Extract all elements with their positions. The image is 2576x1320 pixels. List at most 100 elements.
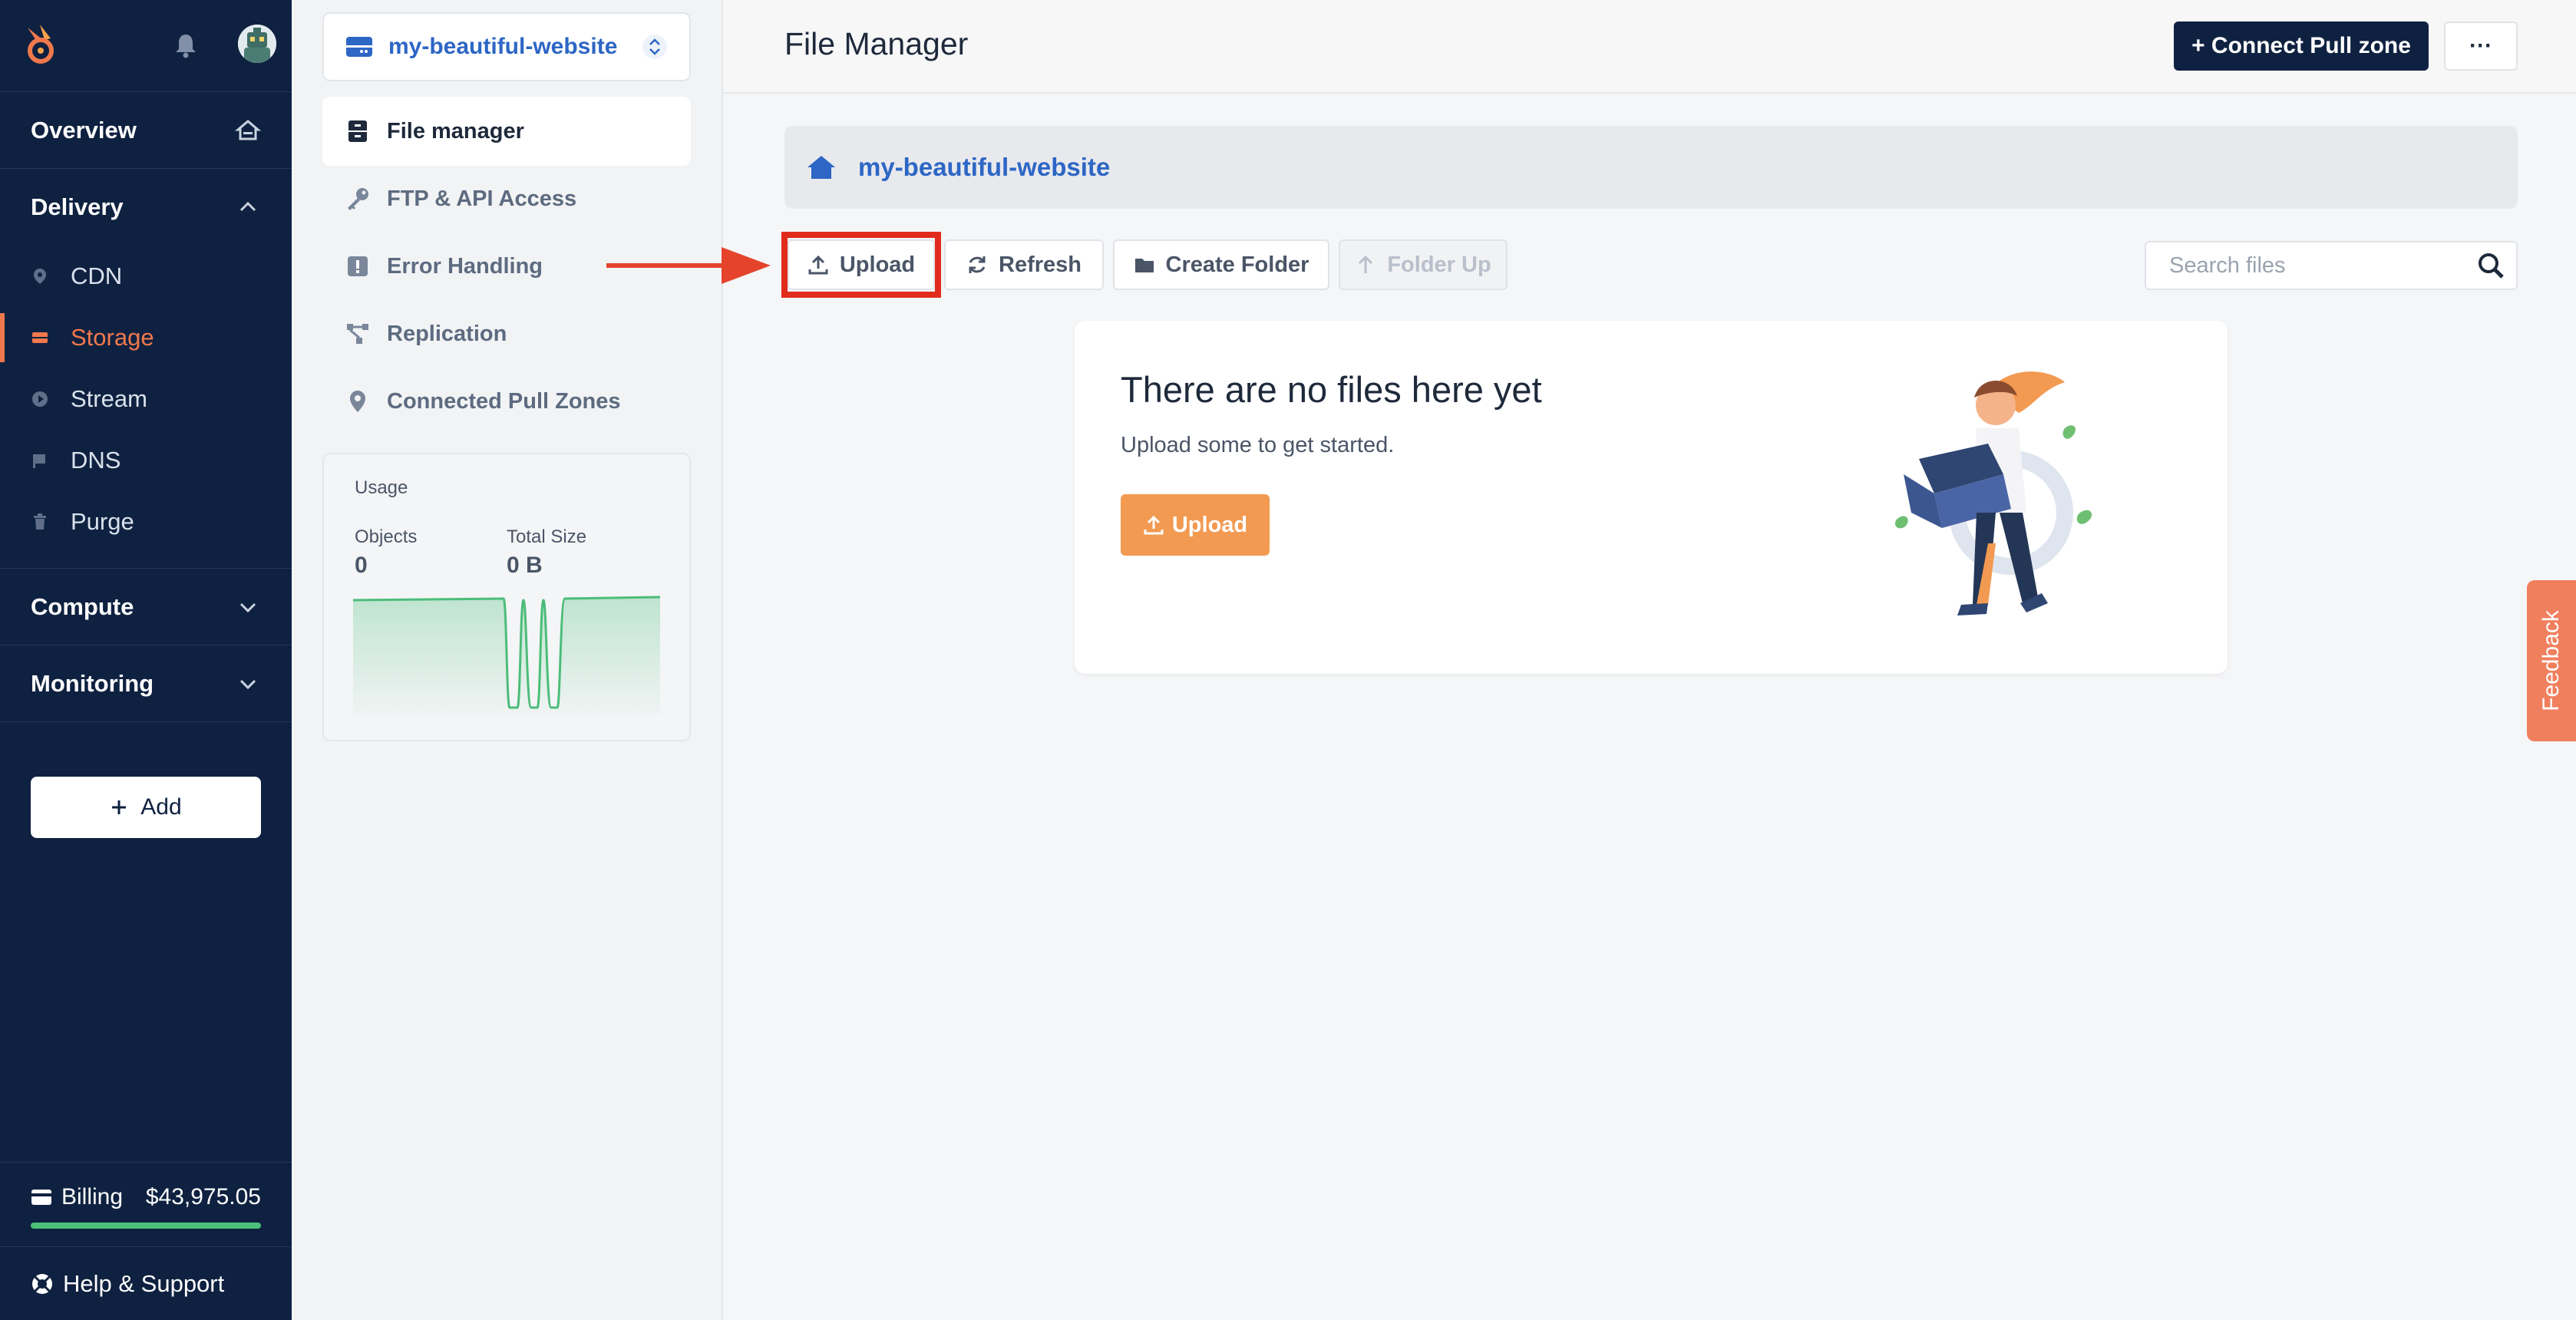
nav-compute-label: Compute bbox=[31, 592, 134, 620]
page-title: File Manager bbox=[784, 26, 969, 61]
billing-label: Billing bbox=[61, 1184, 124, 1209]
refresh-label: Refresh bbox=[999, 252, 1082, 277]
upload-button[interactable]: Upload bbox=[788, 239, 935, 290]
up-down-chevron-icon bbox=[642, 35, 667, 59]
annotation-arrow bbox=[606, 247, 771, 284]
refresh-icon bbox=[969, 256, 986, 273]
nav-item-storage[interactable]: Storage bbox=[0, 307, 292, 368]
usage-sparkline bbox=[353, 596, 660, 715]
feedback-label: Feedback bbox=[2538, 610, 2564, 711]
help-support-link[interactable]: Help & Support bbox=[0, 1246, 292, 1320]
bell-icon[interactable] bbox=[173, 32, 198, 58]
search-input[interactable] bbox=[2169, 252, 2476, 279]
feedback-tab[interactable]: Feedback bbox=[2527, 580, 2576, 741]
zone-name: my-beautiful-website bbox=[388, 34, 618, 59]
usage-card: Usage Objects 0 Total Size 0 B bbox=[322, 453, 691, 741]
billing-bar bbox=[31, 1223, 261, 1229]
objects-value: 0 bbox=[355, 553, 368, 578]
connect-pull-zone-button[interactable]: + Connect Pull zone bbox=[2174, 21, 2429, 71]
location-pin-icon bbox=[34, 269, 46, 284]
key-icon bbox=[348, 188, 368, 210]
total-size-stat: Total Size 0 B bbox=[507, 526, 659, 579]
nav-item-label: Storage bbox=[71, 324, 154, 351]
alert-square-icon bbox=[348, 256, 368, 276]
objects-label: Objects bbox=[355, 526, 418, 547]
folder-up-button[interactable]: Folder Up bbox=[1339, 239, 1508, 290]
credit-card-icon bbox=[31, 1190, 51, 1205]
search-box bbox=[2145, 241, 2518, 290]
menu-label: Replication bbox=[387, 321, 507, 346]
nav-delivery-label: Delivery bbox=[31, 193, 124, 220]
home-icon[interactable] bbox=[806, 153, 837, 181]
upload-icon bbox=[1144, 515, 1164, 535]
empty-upload-label: Upload bbox=[1171, 512, 1248, 537]
nav-delivery-group: Delivery CDN Storage Stream DNS Purge bbox=[0, 169, 292, 569]
add-button[interactable]: Add bbox=[31, 777, 261, 838]
storage-icon bbox=[32, 332, 48, 343]
menu-label: FTP & API Access bbox=[387, 186, 577, 211]
location-pin-icon bbox=[350, 391, 365, 412]
user-avatar[interactable] bbox=[238, 25, 276, 63]
nav-monitoring[interactable]: Monitoring bbox=[0, 645, 292, 722]
empty-state-card: There are no files here yet Upload some … bbox=[1075, 321, 2228, 674]
nav-item-cdn[interactable]: CDN bbox=[0, 246, 292, 307]
menu-label: Connected Pull Zones bbox=[387, 388, 621, 414]
lifebuoy-icon bbox=[32, 1273, 52, 1294]
home-icon bbox=[235, 119, 261, 140]
main-navigation: Overview Delivery CDN Storage Stream DNS… bbox=[0, 0, 292, 1320]
folder-icon bbox=[1134, 259, 1154, 272]
upload-label: Upload bbox=[839, 252, 916, 277]
breadcrumb: my-beautiful-website bbox=[784, 126, 2518, 209]
empty-state-title: There are no files here yet bbox=[1121, 369, 1542, 410]
page-header: File Manager + Connect Pull zone ··· bbox=[723, 0, 2576, 94]
nav-overview[interactable]: Overview bbox=[0, 92, 292, 169]
help-label: Help & Support bbox=[63, 1269, 225, 1297]
menu-replication[interactable]: Replication bbox=[322, 299, 691, 368]
plus-icon bbox=[112, 800, 127, 814]
nav-delivery[interactable]: Delivery bbox=[0, 169, 292, 246]
robot-avatar-icon bbox=[238, 25, 276, 63]
search-icon[interactable] bbox=[2476, 251, 2505, 280]
menu-label: File manager bbox=[387, 118, 524, 144]
breadcrumb-zone-link[interactable]: my-beautiful-website bbox=[858, 153, 1110, 182]
storage-zone-panel: my-beautiful-website File manager FTP & … bbox=[292, 0, 723, 1320]
create-folder-label: Create Folder bbox=[1165, 252, 1309, 277]
billing[interactable]: Billing $43,975.05 bbox=[0, 1162, 292, 1246]
menu-connected-pull-zones[interactable]: Connected Pull Zones bbox=[322, 367, 691, 436]
chevron-down-icon bbox=[239, 679, 256, 689]
person-carrying-box-illustration bbox=[1894, 371, 2092, 615]
add-button-label: Add bbox=[140, 794, 182, 820]
file-cabinet-icon bbox=[348, 120, 367, 142]
empty-state-subtitle: Upload some to get started. bbox=[1121, 433, 1395, 457]
chevron-up-icon bbox=[239, 201, 256, 212]
nav-topbar bbox=[0, 0, 292, 92]
flag-icon bbox=[33, 454, 45, 468]
total-size-value: 0 B bbox=[507, 553, 543, 578]
refresh-button[interactable]: Refresh bbox=[944, 239, 1104, 290]
nav-compute[interactable]: Compute bbox=[0, 569, 292, 645]
arrow-up-icon bbox=[1359, 255, 1373, 273]
menu-file-manager[interactable]: File manager bbox=[322, 97, 691, 166]
usage-title: Usage bbox=[355, 477, 408, 498]
billing-amount: $43,975.05 bbox=[145, 1184, 261, 1209]
nav-item-label: Purge bbox=[71, 508, 134, 535]
trash-icon bbox=[34, 513, 46, 530]
create-folder-button[interactable]: Create Folder bbox=[1113, 239, 1329, 290]
nav-item-label: CDN bbox=[71, 262, 123, 289]
upload-icon bbox=[808, 255, 828, 275]
nav-item-dns[interactable]: DNS bbox=[0, 430, 292, 491]
storage-zone-selector[interactable]: my-beautiful-website bbox=[322, 12, 691, 81]
total-size-label: Total Size bbox=[507, 526, 587, 547]
chevron-down-icon bbox=[239, 602, 256, 612]
menu-ftp-api-access[interactable]: FTP & API Access bbox=[322, 164, 691, 233]
nav-overview-label: Overview bbox=[31, 116, 137, 144]
bunny-logo-icon[interactable] bbox=[20, 23, 61, 66]
nav-monitoring-label: Monitoring bbox=[31, 669, 154, 697]
menu-label: Error Handling bbox=[387, 253, 543, 279]
network-icon bbox=[347, 324, 368, 344]
nav-item-stream[interactable]: Stream bbox=[0, 368, 292, 430]
nav-item-purge[interactable]: Purge bbox=[0, 491, 292, 553]
more-options-button[interactable]: ··· bbox=[2444, 21, 2518, 71]
folder-up-label: Folder Up bbox=[1387, 252, 1491, 277]
empty-state-upload-button[interactable]: Upload bbox=[1121, 494, 1270, 556]
